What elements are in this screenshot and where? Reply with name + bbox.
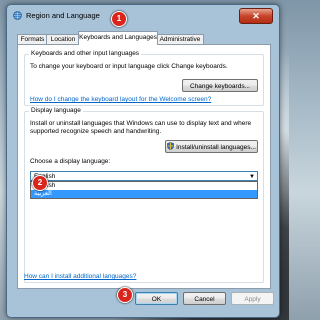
close-button[interactable]: ✕ [239,8,273,24]
step-badge-3: 3 [117,287,133,303]
choose-display-language-label: Choose a display language: [30,158,111,165]
display-language-title: Display language [29,107,83,114]
cancel-button[interactable]: Cancel [183,292,226,305]
tab-keyboards-and-languages[interactable]: Keyboards and Languages [78,31,158,45]
display-language-group: Display language Install or uninstall la… [24,107,264,283]
language-option-english[interactable]: English [31,182,257,190]
keyboards-description: To change your keyboard or input languag… [30,63,228,70]
display-language-description: Install or uninstall languages that Wind… [30,120,252,135]
change-keyboards-button[interactable]: Change keyboards... [182,79,258,92]
install-button-label: Install/uninstall languages... [176,144,256,151]
title-bar[interactable]: Region and Language ✕ [7,5,279,27]
apply-button[interactable]: Apply [231,292,274,305]
region-language-icon [13,11,22,20]
install-uninstall-languages-button[interactable]: Install/uninstall languages... [165,140,258,153]
welcome-screen-link[interactable]: How do I change the keyboard layout for … [30,96,211,103]
language-option-arabic[interactable]: العربية [31,190,257,198]
keyboards-group: Keyboards and other input languages To c… [24,50,264,106]
tab-panel: Keyboards and other input languages To c… [17,44,271,289]
step-badge-1: 1 [111,11,127,27]
region-language-dialog: Region and Language ✕ Formats Location K… [6,4,280,318]
display-language-select[interactable]: English ▼ [30,171,258,181]
ok-button[interactable]: OK [135,292,178,305]
install-additional-languages-link[interactable]: How can I install additional languages? [24,273,136,280]
keyboards-group-title: Keyboards and other input languages [29,50,142,57]
step-badge-2: 2 [32,175,48,191]
display-language-options: English العربية [30,181,258,199]
window-title: Region and Language [26,11,100,20]
uac-shield-icon [167,142,174,150]
